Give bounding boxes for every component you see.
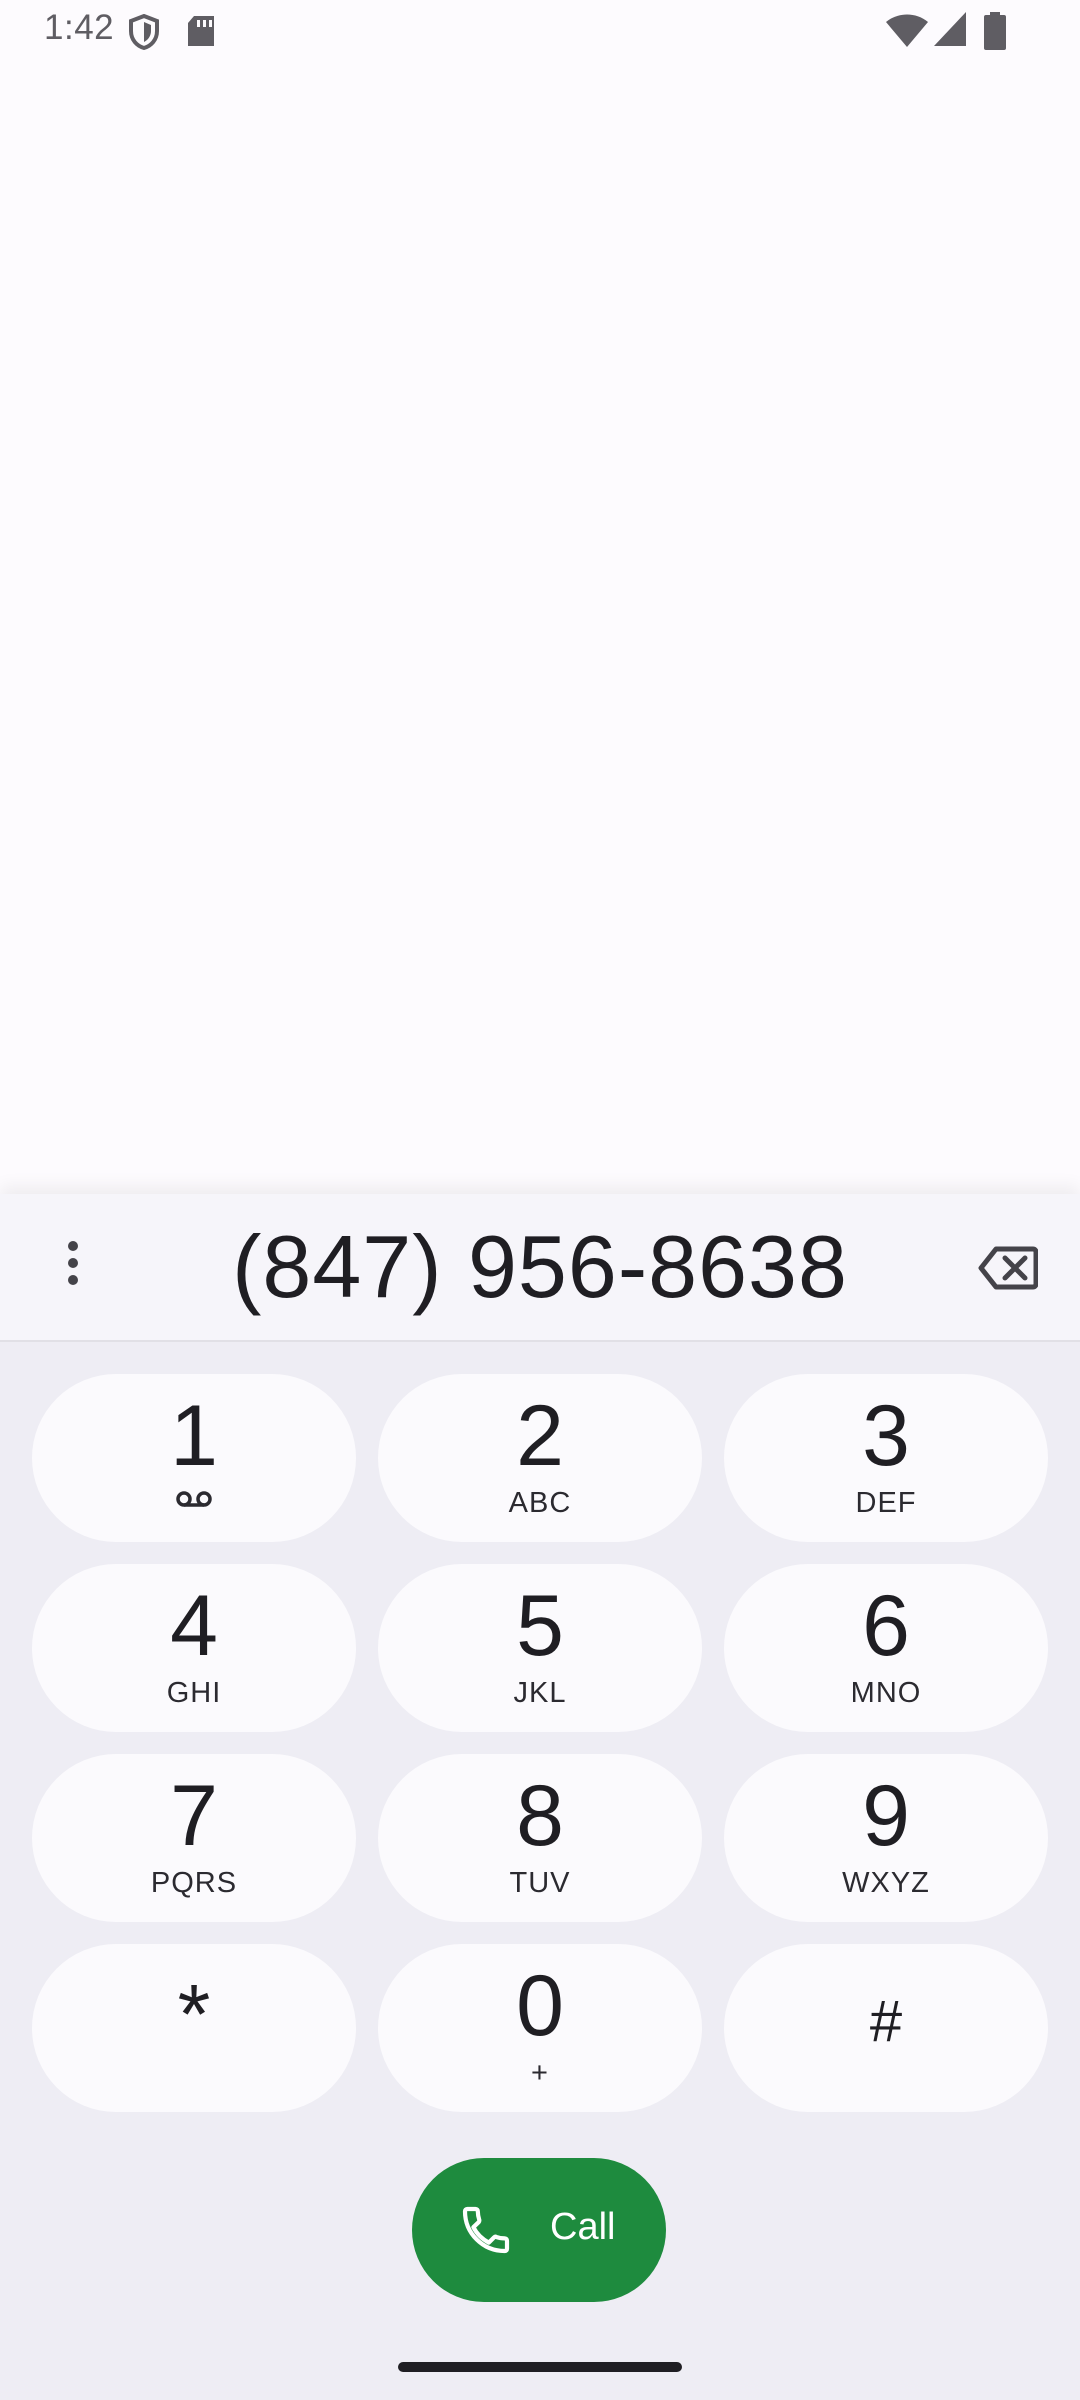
sd-card-icon bbox=[186, 16, 216, 53]
key-digit: 6 bbox=[862, 1578, 910, 1674]
signal-icon bbox=[934, 12, 966, 53]
key-letters: TUV bbox=[509, 1867, 571, 1899]
key-3[interactable]: 3 DEF bbox=[724, 1374, 1048, 1542]
dialpad: (847) 956-8638 1 2 ABC 3 DEF 4 GHI 5 JKL… bbox=[0, 1194, 1080, 2400]
key-hash[interactable]: # bbox=[724, 1944, 1048, 2112]
key-digit: 0 bbox=[516, 1958, 564, 2054]
key-digit: 8 bbox=[516, 1768, 564, 1864]
key-9[interactable]: 9 WXYZ bbox=[724, 1754, 1048, 1922]
key-digit: 3 bbox=[862, 1388, 910, 1484]
key-letters: GHI bbox=[166, 1677, 222, 1709]
status-bar: 1:42 bbox=[0, 0, 1080, 64]
key-5[interactable]: 5 JKL bbox=[378, 1564, 702, 1732]
backspace-icon bbox=[978, 1246, 1038, 1290]
key-digit: # bbox=[869, 1989, 903, 2054]
key-digit: 2 bbox=[516, 1388, 564, 1484]
key-letters: WXYZ bbox=[842, 1867, 930, 1899]
key-letters: DEF bbox=[855, 1487, 917, 1519]
more-options-button[interactable] bbox=[42, 1232, 104, 1294]
phone-icon bbox=[458, 2202, 514, 2263]
key-digit: 1 bbox=[170, 1388, 218, 1484]
key-digit: 4 bbox=[170, 1578, 218, 1674]
key-0[interactable]: 0 + bbox=[378, 1944, 702, 2112]
status-time: 1:42 bbox=[44, 8, 115, 47]
key-digit: * bbox=[177, 1967, 211, 2061]
key-letters: MNO bbox=[850, 1677, 922, 1709]
key-1[interactable]: 1 bbox=[32, 1374, 356, 1542]
key-2[interactable]: 2 ABC bbox=[378, 1374, 702, 1542]
key-star[interactable]: * bbox=[32, 1944, 356, 2112]
wifi-icon bbox=[886, 14, 928, 53]
call-button[interactable]: Call bbox=[412, 2158, 666, 2302]
backspace-button[interactable] bbox=[972, 1232, 1044, 1304]
shield-icon bbox=[128, 13, 160, 55]
call-label: Call bbox=[550, 2206, 616, 2248]
home-indicator[interactable] bbox=[398, 2362, 682, 2372]
key-letters: PQRS bbox=[150, 1867, 238, 1899]
key-letters: ABC bbox=[508, 1487, 572, 1519]
dialed-number[interactable]: (847) 956-8638 bbox=[140, 1216, 940, 1318]
voicemail-icon bbox=[32, 1490, 356, 1508]
key-digit: 7 bbox=[170, 1768, 218, 1864]
more-vert-icon bbox=[68, 1241, 78, 1285]
key-digit: 5 bbox=[516, 1578, 564, 1674]
key-7[interactable]: 7 PQRS bbox=[32, 1754, 356, 1922]
content-area bbox=[0, 64, 1080, 1194]
key-8[interactable]: 8 TUV bbox=[378, 1754, 702, 1922]
key-6[interactable]: 6 MNO bbox=[724, 1564, 1048, 1732]
key-letters: JKL bbox=[513, 1677, 567, 1709]
number-bar: (847) 956-8638 bbox=[0, 1194, 1080, 1342]
key-letters: + bbox=[531, 2057, 549, 2089]
battery-icon bbox=[984, 12, 1006, 55]
key-digit: 9 bbox=[862, 1768, 910, 1864]
key-4[interactable]: 4 GHI bbox=[32, 1564, 356, 1732]
